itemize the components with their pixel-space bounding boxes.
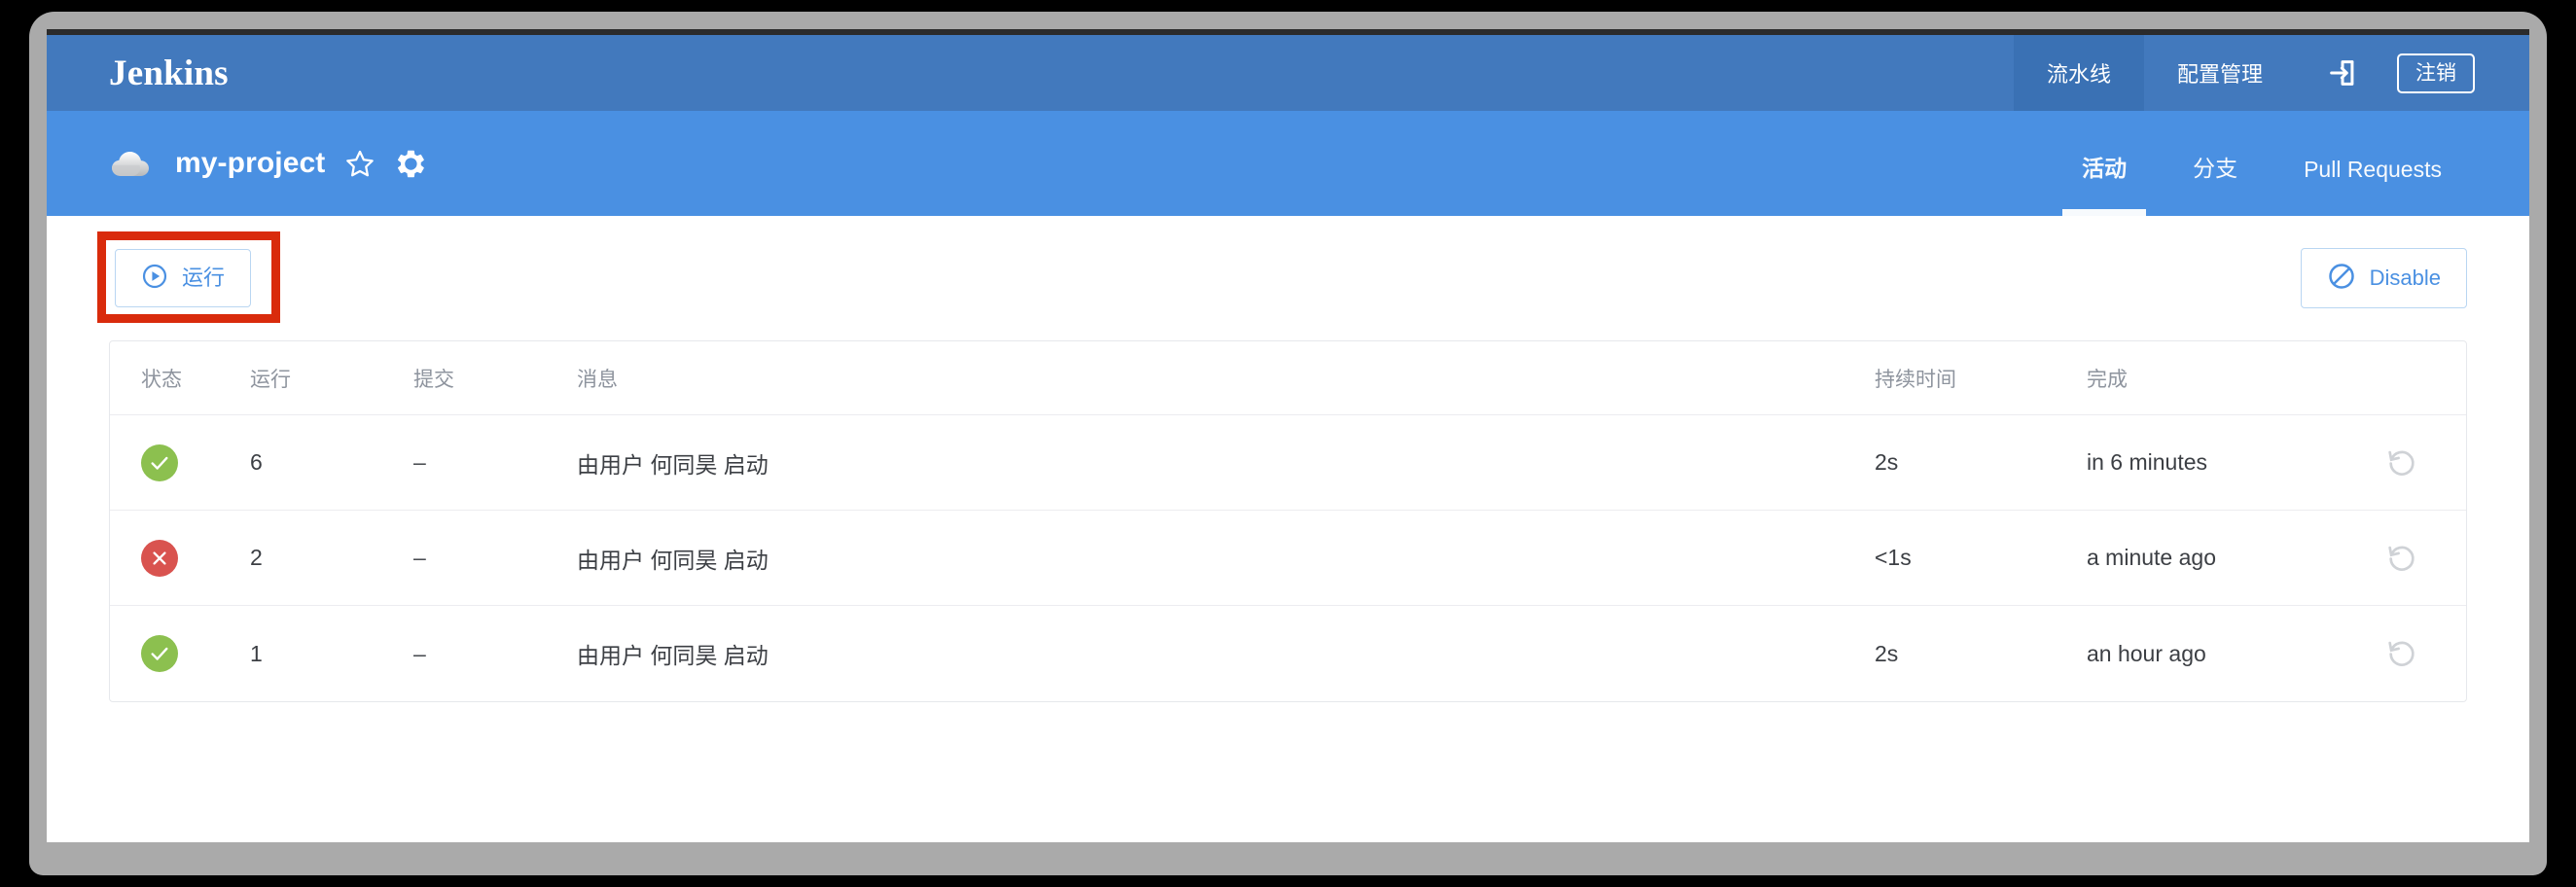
run-commit: – bbox=[413, 640, 426, 666]
replay-icon[interactable] bbox=[2338, 637, 2466, 670]
run-status-cell bbox=[110, 539, 238, 577]
run-button-label: 运行 bbox=[182, 266, 226, 290]
star-outline-icon[interactable] bbox=[344, 148, 376, 179]
logout-button[interactable]: 注销 bbox=[2397, 53, 2475, 93]
disable-button-wrapper: Disable bbox=[2300, 248, 2467, 308]
no-entry-icon-svg bbox=[2328, 264, 2354, 289]
column-header-message[interactable]: 消息 bbox=[557, 364, 1863, 393]
logout-area: 注销 bbox=[2389, 35, 2529, 111]
no-entry-icon bbox=[2327, 262, 2356, 295]
status-success-icon bbox=[141, 635, 178, 672]
run-message: 由用户 何同昊 启动 bbox=[577, 643, 769, 668]
table-row[interactable]: 2 – 由用户 何同昊 启动 <1s a minute ago bbox=[110, 511, 2466, 606]
run-number: 2 bbox=[250, 545, 263, 570]
table-header-row: 状态 运行 提交 消息 持续时间 完成 bbox=[110, 341, 2466, 415]
browser-window-frame: Jenkins 流水线 配置管理 注销 my-project 活动 分支 Pul… bbox=[29, 12, 2547, 875]
check-icon bbox=[151, 456, 168, 470]
login-arrow-icon-svg bbox=[2330, 60, 2354, 86]
run-number: 1 bbox=[250, 640, 263, 666]
run-commit: – bbox=[413, 545, 426, 570]
cross-icon bbox=[153, 550, 166, 565]
tab-branches[interactable]: 分支 bbox=[2160, 150, 2271, 216]
play-circle-icon-svg bbox=[142, 264, 167, 289]
run-completed: a minute ago bbox=[2087, 545, 2216, 570]
play-circle-icon bbox=[141, 263, 168, 294]
replay-icon[interactable] bbox=[2338, 446, 2466, 479]
run-duration: 2s bbox=[1875, 449, 1899, 475]
project-tabs: 活动 分支 Pull Requests bbox=[2049, 111, 2529, 216]
login-arrow-icon[interactable] bbox=[2296, 35, 2389, 111]
disable-button-label: Disable bbox=[2369, 266, 2441, 290]
run-commit: – bbox=[413, 449, 426, 475]
tab-pull-requests-label: Pull Requests bbox=[2304, 157, 2442, 182]
run-button-wrapper: 运行 bbox=[115, 249, 252, 307]
table-row[interactable]: 6 – 由用户 何同昊 启动 2s in 6 minutes bbox=[110, 415, 2466, 511]
run-status-cell bbox=[110, 444, 238, 481]
jenkins-logo[interactable]: Jenkins bbox=[47, 35, 229, 111]
gear-icon[interactable] bbox=[395, 148, 427, 180]
run-message: 由用户 何同昊 启动 bbox=[577, 451, 769, 478]
nav-item-pipelines[interactable]: 流水线 bbox=[2013, 35, 2144, 111]
disable-button[interactable]: Disable bbox=[2300, 248, 2467, 308]
action-toolbar: 运行 Disable bbox=[97, 216, 2467, 340]
nav-item-pipelines-label: 流水线 bbox=[2046, 62, 2111, 87]
run-button[interactable]: 运行 bbox=[115, 249, 252, 307]
project-identity: my-project bbox=[47, 147, 427, 180]
column-header-duration[interactable]: 持续时间 bbox=[1863, 364, 2075, 393]
project-header-bar: my-project 活动 分支 Pull Requests bbox=[47, 111, 2529, 216]
cloud-icon bbox=[109, 147, 156, 180]
gear-icon-svg bbox=[398, 150, 425, 177]
nav-item-configuration[interactable]: 配置管理 bbox=[2144, 35, 2296, 111]
replay-icon-svg bbox=[2388, 546, 2415, 571]
tab-activity-label: 活动 bbox=[2082, 156, 2128, 181]
project-name[interactable]: my-project bbox=[175, 147, 325, 180]
status-success-icon bbox=[141, 444, 178, 481]
run-duration: <1s bbox=[1875, 545, 1912, 570]
run-completed: in 6 minutes bbox=[2087, 449, 2208, 475]
run-duration: 2s bbox=[1875, 640, 1899, 666]
column-header-completed[interactable]: 完成 bbox=[2075, 364, 2338, 393]
run-status-cell bbox=[110, 635, 238, 672]
header-nav: 流水线 配置管理 bbox=[2013, 35, 2296, 111]
nav-item-configuration-label: 配置管理 bbox=[2176, 62, 2263, 87]
run-number: 6 bbox=[250, 449, 263, 475]
replay-icon-svg bbox=[2388, 450, 2415, 476]
header-spacer bbox=[229, 35, 2014, 111]
star-outline-icon-svg bbox=[346, 150, 375, 177]
column-header-commit[interactable]: 提交 bbox=[402, 364, 557, 393]
run-completed: an hour ago bbox=[2087, 640, 2206, 666]
tab-pull-requests[interactable]: Pull Requests bbox=[2271, 157, 2475, 216]
runs-table: 状态 运行 提交 消息 持续时间 完成 6 – 由用户 何同昊 启动 2s in… bbox=[109, 340, 2467, 702]
run-message: 由用户 何同昊 启动 bbox=[577, 547, 769, 573]
status-failure-icon bbox=[141, 539, 178, 577]
table-row[interactable]: 1 – 由用户 何同昊 启动 2s an hour ago bbox=[110, 606, 2466, 701]
tab-activity[interactable]: 活动 bbox=[2049, 150, 2160, 216]
tab-branches-label: 分支 bbox=[2193, 156, 2238, 181]
column-header-status[interactable]: 状态 bbox=[110, 364, 238, 393]
replay-icon-svg bbox=[2388, 641, 2415, 666]
cloud-icon-svg bbox=[112, 152, 149, 176]
column-header-run[interactable]: 运行 bbox=[238, 364, 402, 393]
window-content: Jenkins 流水线 配置管理 注销 my-project 活动 分支 Pul… bbox=[47, 29, 2529, 842]
replay-icon[interactable] bbox=[2338, 542, 2466, 575]
main-content: 运行 Disable 状态 运行 提交 消息 持续时间 完成 6 – 由用户 何… bbox=[47, 216, 2529, 842]
check-icon bbox=[151, 647, 168, 660]
jenkins-header: Jenkins 流水线 配置管理 注销 bbox=[47, 35, 2529, 111]
